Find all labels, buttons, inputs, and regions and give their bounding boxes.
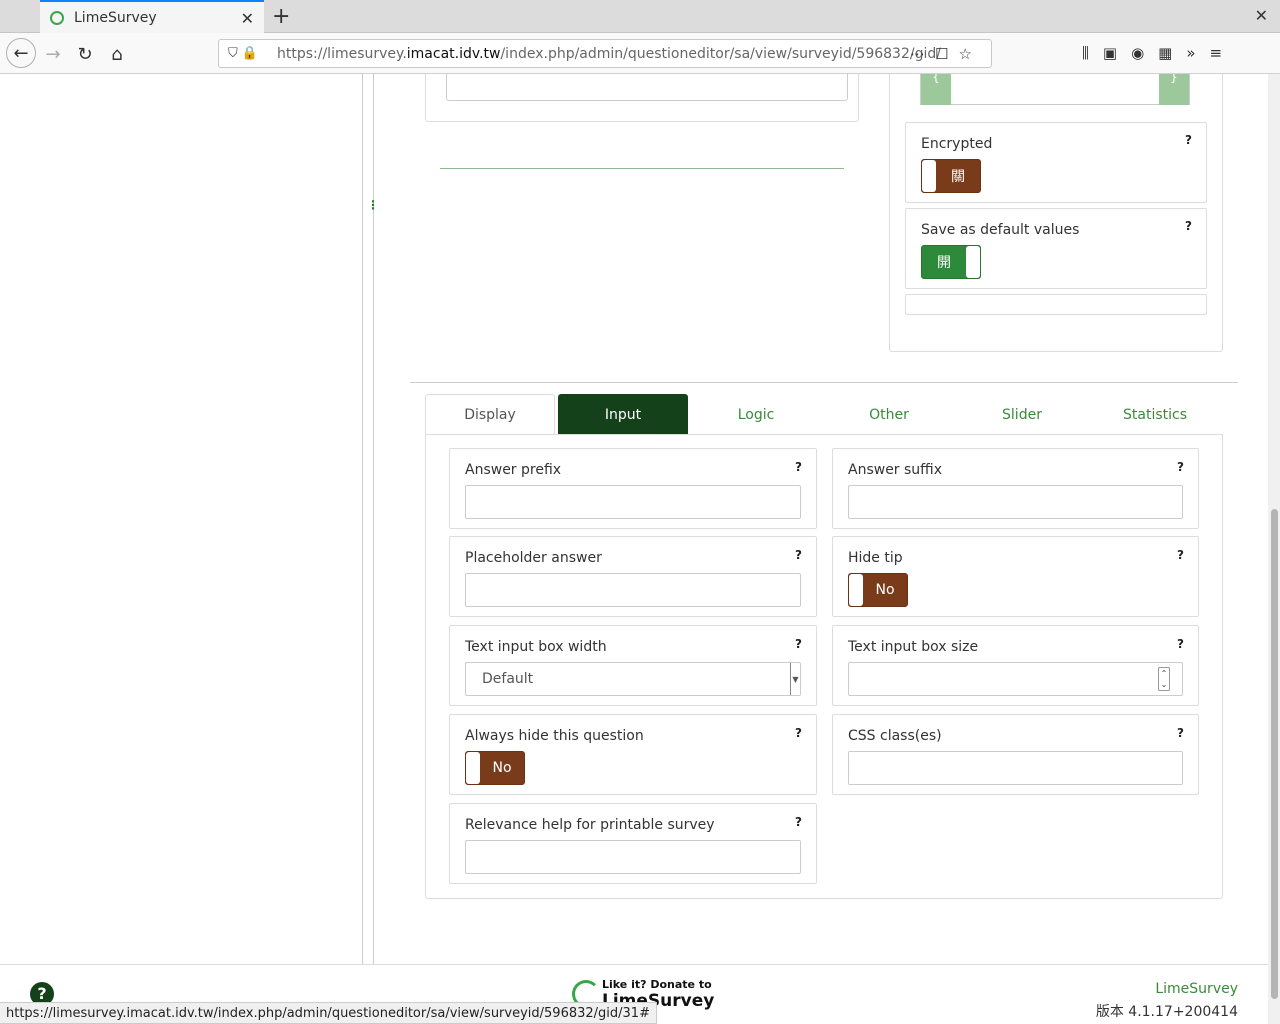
- section-divider: [410, 382, 1238, 383]
- url-prefix: https://limesurvey.: [277, 45, 407, 62]
- toggle-label: No: [875, 582, 895, 598]
- toggle-label: 開: [937, 255, 951, 271]
- save-default-toggle[interactable]: 開: [921, 245, 981, 279]
- css-classes-field: CSS class(es) ?: [832, 714, 1199, 795]
- tab-input[interactable]: Input: [558, 394, 688, 435]
- text-input-width-select[interactable]: Default ▼: [465, 662, 801, 696]
- help-icon[interactable]: ?: [1177, 460, 1184, 474]
- toggle-knob: [922, 160, 936, 192]
- answer-prefix-label: Answer prefix: [465, 462, 562, 478]
- save-default-label: Save as default values: [921, 222, 1080, 238]
- question-textarea[interactable]: [446, 74, 848, 101]
- tab-logic[interactable]: Logic: [691, 394, 821, 435]
- sidebar-handle-icon[interactable]: ⋮: [367, 198, 379, 212]
- always-hide-field: Always hide this question ? No: [449, 714, 817, 795]
- tab-statistics[interactable]: Statistics: [1090, 394, 1220, 435]
- text-input-size-label: Text input box size: [848, 639, 979, 655]
- url-path: /index.php/admin/questioneditor/sa/view/…: [500, 45, 941, 62]
- browser-tab[interactable]: LimeSurvey ✕: [40, 0, 264, 33]
- empty-field: [905, 294, 1207, 315]
- tab-slider[interactable]: Slider: [957, 394, 1087, 435]
- placeholder-answer-field: Placeholder answer ?: [449, 536, 817, 617]
- always-hide-label: Always hide this question: [465, 728, 644, 744]
- relevance-help-label: Relevance help for printable survey: [465, 817, 715, 833]
- text-input-size-input[interactable]: ⌃ ⌄: [848, 662, 1183, 696]
- help-icon[interactable]: ?: [1177, 726, 1184, 740]
- help-icon[interactable]: ?: [795, 637, 802, 651]
- save-default-field: Save as default values ? 開: [905, 208, 1207, 289]
- encrypted-toggle[interactable]: 關: [921, 159, 981, 193]
- status-bar: https://limesurvey.imacat.idv.tw/index.p…: [0, 1002, 657, 1024]
- hide-tip-toggle[interactable]: No: [848, 573, 908, 607]
- home-icon[interactable]: ⌂: [104, 41, 130, 67]
- window-close-icon[interactable]: ✕: [1255, 6, 1268, 25]
- encrypted-field: Encrypted ? 關: [905, 122, 1207, 203]
- forward-arrow-icon[interactable]: →: [40, 41, 66, 67]
- select-value: Default: [482, 671, 534, 687]
- help-icon[interactable]: ?: [1185, 219, 1192, 233]
- page-scrollbar[interactable]: [1268, 74, 1280, 1024]
- always-hide-toggle[interactable]: No: [465, 751, 525, 785]
- help-icon[interactable]: ?: [795, 548, 802, 562]
- text-input-size-field: Text input box size ? ⌃ ⌄: [832, 625, 1199, 706]
- css-classes-input[interactable]: [848, 751, 1183, 785]
- css-classes-label: CSS class(es): [848, 728, 942, 744]
- url-bar[interactable]: https://limesurvey. imacat.idv.tw/index.p…: [218, 39, 992, 68]
- placeholder-answer-input[interactable]: [465, 573, 801, 607]
- reload-icon[interactable]: ↻: [72, 41, 98, 67]
- number-spinner-icon[interactable]: ⌃ ⌄: [1158, 667, 1170, 691]
- tab-display[interactable]: Display: [425, 394, 555, 435]
- hand-cursor-icon: ☝: [638, 419, 648, 438]
- toggle-knob: [849, 574, 863, 606]
- advanced-settings-tabs: Display Input Logic Other Slider Statist…: [425, 394, 1223, 435]
- new-tab-icon[interactable]: +: [272, 4, 290, 29]
- shield-lock-icon[interactable]: ⛉ 🔒: [228, 46, 258, 61]
- help-icon[interactable]: ?: [795, 815, 802, 829]
- encrypted-label: Encrypted: [921, 136, 993, 152]
- code-editor[interactable]: { }: [920, 74, 1190, 105]
- answer-suffix-label: Answer suffix: [848, 462, 943, 478]
- brace-right-icon: }: [1159, 74, 1189, 105]
- toolbar-icons[interactable]: ⫼▣◉▦»≡: [1082, 44, 1236, 62]
- back-arrow-icon[interactable]: ←: [6, 38, 36, 68]
- help-icon[interactable]: ?: [1177, 637, 1184, 651]
- footer-brand-link[interactable]: LimeSurvey: [1155, 981, 1238, 997]
- browser-tab-title: LimeSurvey: [74, 9, 157, 26]
- browser-tabbar: LimeSurvey ✕ + ✕: [0, 0, 1280, 33]
- text-input-width-label: Text input box width: [465, 639, 607, 655]
- limesurvey-favicon-icon: [50, 10, 64, 25]
- hide-tip-label: Hide tip: [848, 550, 903, 566]
- answer-suffix-input[interactable]: [848, 485, 1183, 519]
- text-input-width-field: Text input box width ? Default ▼: [449, 625, 817, 706]
- toggle-label: 關: [951, 169, 965, 185]
- answer-prefix-field: Answer prefix ?: [449, 448, 817, 529]
- placeholder-answer-label: Placeholder answer: [465, 550, 602, 566]
- brace-left-icon: {: [921, 74, 951, 105]
- relevance-help-input[interactable]: [465, 840, 801, 874]
- help-icon[interactable]: ?: [1177, 548, 1184, 562]
- tab-other[interactable]: Other: [824, 394, 954, 435]
- url-host: imacat.idv.tw: [406, 45, 501, 62]
- browser-navbar: ← → ↻ ⌂ https://limesurvey. imacat.idv.tw…: [0, 33, 1280, 74]
- help-icon[interactable]: ?: [795, 460, 802, 474]
- answer-prefix-input[interactable]: [465, 485, 801, 519]
- toggle-knob: [966, 246, 980, 278]
- scroll-thumb[interactable]: [1271, 509, 1278, 999]
- answer-suffix-field: Answer suffix ?: [832, 448, 1199, 529]
- hide-tip-field: Hide tip ? No: [832, 536, 1199, 617]
- toggle-label: No: [492, 760, 512, 776]
- chevron-down-icon: ▼: [790, 663, 800, 695]
- footer-version: 版本 4.1.17+200414: [1095, 1004, 1238, 1020]
- relevance-help-field: Relevance help for printable survey ?: [449, 803, 817, 884]
- toggle-knob: [466, 752, 480, 784]
- help-icon[interactable]: ?: [795, 726, 802, 740]
- page-content: ⋮ { } Encrypted ? 關 Save as default valu…: [0, 74, 1268, 1024]
- page-actions-icon[interactable]: ⋯☐☆: [910, 45, 982, 63]
- close-tab-icon[interactable]: ✕: [241, 9, 254, 28]
- help-icon[interactable]: ?: [1185, 133, 1192, 147]
- divider-line: [440, 168, 844, 169]
